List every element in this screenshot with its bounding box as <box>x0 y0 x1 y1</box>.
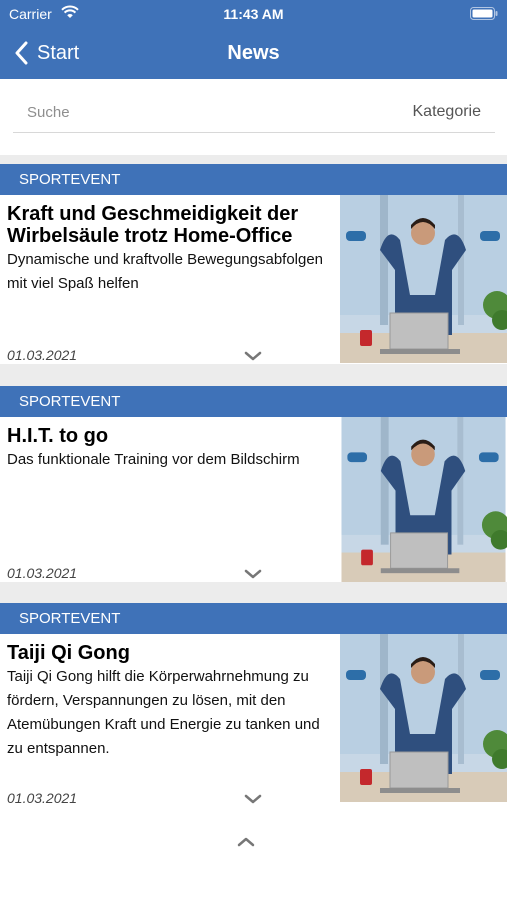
article-date: 01.03.2021 <box>7 790 78 806</box>
category-badge: SPORTEVENT <box>0 386 507 417</box>
article-image <box>340 417 507 582</box>
separator <box>0 155 507 164</box>
category-badge: SPORTEVENT <box>0 164 507 195</box>
news-card[interactable]: SPORTEVENT Taiji Qi Gong Taiji Qi Gong h… <box>0 603 507 810</box>
article-date: 01.03.2021 <box>7 565 78 581</box>
card-text: Kraft und Geschmeidigkeit der Wirbelsäul… <box>7 203 333 296</box>
category-filter-button[interactable]: Kategorie <box>413 103 482 121</box>
separator <box>0 364 507 386</box>
card-body: Taiji Qi Gong Taiji Qi Gong hilft die Kö… <box>0 634 507 810</box>
article-title: H.I.T. to go <box>7 425 109 447</box>
news-card[interactable]: SPORTEVENT Kraft und Geschmeidigkeit der… <box>0 164 507 364</box>
chevron-down-icon[interactable] <box>244 568 262 580</box>
app-header: Carrier 11:43 AM Start News <box>0 0 507 79</box>
article-teaser: Dynamische und kraftvolle Bewegungsabfol… <box>7 251 324 292</box>
category-badge: SPORTEVENT <box>0 603 507 634</box>
search-bar: Kategorie <box>13 95 495 133</box>
article-date: 01.03.2021 <box>7 347 78 363</box>
chevron-up-icon[interactable] <box>237 836 255 848</box>
card-text: Taiji Qi Gong Taiji Qi Gong hilft die Kö… <box>7 642 333 761</box>
article-teaser: Das funktionale Training vor dem Bildsch… <box>7 451 300 468</box>
clock: 11:43 AM <box>223 6 284 22</box>
page-title: News <box>227 42 280 64</box>
chevron-down-icon[interactable] <box>244 350 262 362</box>
article-title: Kraft und Geschmeidigkeit der Wirbelsäul… <box>7 203 299 247</box>
article-image <box>340 634 507 802</box>
article-teaser: Taiji Qi Gong hilft die Körperwahrnehmun… <box>7 668 320 757</box>
search-input[interactable] <box>27 101 307 123</box>
card-body: Kraft und Geschmeidigkeit der Wirbelsäul… <box>0 195 507 364</box>
chevron-down-icon[interactable] <box>244 793 262 805</box>
news-card[interactable]: SPORTEVENT H.I.T. to go Das funktionale … <box>0 386 507 582</box>
article-image <box>340 195 507 363</box>
separator <box>0 582 507 603</box>
card-text: H.I.T. to go Das funktionale Training vo… <box>7 425 333 472</box>
status-bar: Carrier 11:43 AM <box>0 0 507 28</box>
article-title: Taiji Qi Gong <box>7 642 130 664</box>
battery-icon <box>470 7 498 20</box>
card-body: H.I.T. to go Das funktionale Training vo… <box>0 417 507 582</box>
